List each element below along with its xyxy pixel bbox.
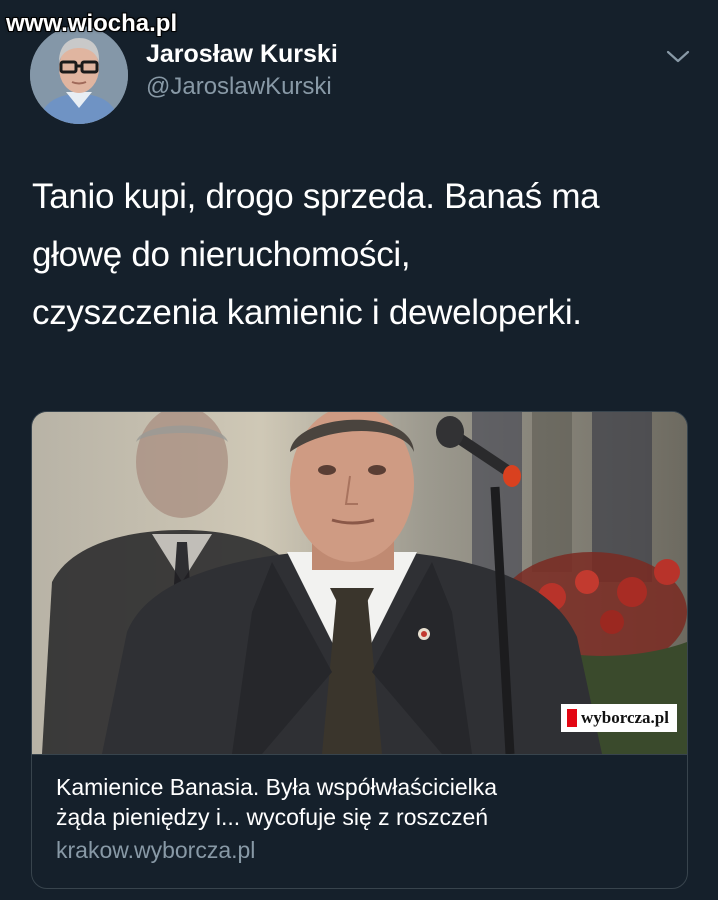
avatar[interactable] — [30, 26, 128, 124]
chevron-down-icon[interactable] — [664, 46, 692, 66]
card-title-line[interactable]: Kamienice Banasia. Była współwłaścicielk… — [56, 772, 666, 802]
card-body[interactable]: Kamienice Banasia. Była współwłaścicielk… — [56, 772, 666, 868]
author-handle[interactable]: @JaroslawKurski — [146, 70, 338, 104]
author-name[interactable]: Jarosław Kurski — [146, 38, 338, 70]
brand-logo-text: wyborcza.pl — [581, 708, 669, 727]
brand-logo-mark — [567, 709, 577, 727]
tweet-line: czyszczenia kamienic i deweloperki. — [32, 293, 582, 332]
author-info[interactable]: Jarosław Kurski @JaroslawKurski — [146, 38, 338, 104]
watermark: www.wiocha.pl — [6, 10, 178, 37]
card-image[interactable]: wyborcza.pl — [32, 412, 687, 754]
tweet-line: Tanio kupi, drogo sprzeda. Banaś ma — [32, 177, 600, 216]
avatar-photo — [30, 26, 128, 124]
card-photo — [32, 412, 687, 754]
link-card[interactable]: wyborcza.pl Kamienice Banasia. Była wspó… — [31, 411, 688, 889]
card-divider — [32, 754, 687, 755]
card-title-line[interactable]: żąda pieniędzy i... wycofuje się z roszc… — [56, 802, 666, 832]
card-domain[interactable]: krakow.wyborcza.pl — [56, 832, 666, 868]
tweet-text: Tanio kupi, drogo sprzeda. Banaś ma głow… — [32, 168, 692, 342]
tweet-line: głowę do nieruchomości, — [32, 235, 411, 274]
brand-badge: wyborcza.pl — [561, 704, 677, 732]
